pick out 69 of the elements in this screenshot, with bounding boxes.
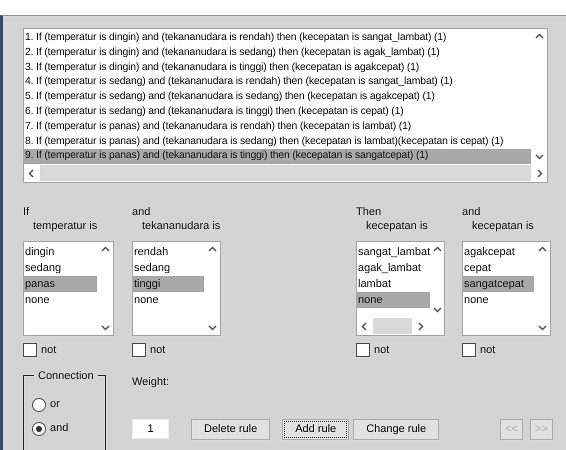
- rule-item[interactable]: 3. If (temperatur is dingin) and (tekananudara is tinggi) then (kecepatan is agakcepat) (1): [24, 60, 531, 76]
- membership-list[interactable]: sangat_lambat agak_lambat lambat none: [356, 241, 445, 336]
- membership-list[interactable]: rendah sedang tinggi none: [132, 241, 221, 336]
- checkbox-label: not: [41, 343, 56, 358]
- list-item[interactable]: none: [133, 292, 204, 308]
- weight-field[interactable]: 1: [132, 419, 169, 440]
- rule-item[interactable]: 1. If (temperatur is dingin) and (tekananudara is rendah) then (kecepatan is sangat_lambat) (1): [24, 31, 531, 46]
- scroll-up-icon[interactable]: [208, 246, 216, 252]
- variable-label: kecepatan is: [365, 219, 429, 234]
- rule-button[interactable]: Change rule: [353, 418, 440, 440]
- scroll-up-icon[interactable]: [432, 246, 442, 252]
- scroll-right-icon[interactable]: [418, 322, 424, 331]
- rule-button[interactable]: Add rule: [282, 418, 350, 440]
- scroll-up-icon[interactable]: [100, 246, 110, 252]
- scroll-up-icon[interactable]: [534, 33, 544, 39]
- checkbox[interactable]: [132, 343, 146, 358]
- scroll-down-icon[interactable]: [538, 325, 546, 332]
- list-item[interactable]: none: [463, 292, 534, 308]
- variable-label: temperatur is: [32, 219, 98, 234]
- list-item[interactable]: lambat: [357, 276, 430, 292]
- scroll-right-icon[interactable]: [537, 168, 543, 178]
- rule-item[interactable]: 5. If (temperatur is sedang) and (tekananudara is sedang) then (kecepatan is agakcepat) (1): [24, 90, 531, 105]
- scroll-down-icon[interactable]: [208, 325, 216, 332]
- list-item[interactable]: sangat_lambat: [357, 244, 430, 260]
- scroll-left-icon[interactable]: [361, 322, 367, 331]
- list-item[interactable]: dingin: [24, 244, 97, 260]
- membership-list[interactable]: dingin sedang panas none: [23, 241, 114, 336]
- checkbox-label: not: [480, 343, 496, 358]
- list-item[interactable]: rendah: [133, 244, 204, 260]
- checkbox[interactable]: [356, 343, 370, 358]
- column-header: and: [132, 205, 152, 220]
- checkbox[interactable]: [462, 343, 476, 358]
- list-item[interactable]: sangatcepat: [463, 276, 534, 292]
- rule-list[interactable]: [23, 28, 548, 184]
- list-item[interactable]: none: [24, 292, 97, 308]
- rule-item[interactable]: 6. If (temperatur is sedang) and (tekananudara is tinggi) then (kecepatan is cepat) (1): [24, 104, 531, 120]
- list-item[interactable]: agakcepat: [463, 244, 534, 260]
- scroll-left-icon[interactable]: [28, 168, 34, 178]
- radio-label: and: [50, 421, 68, 436]
- checkbox-label: not: [374, 343, 390, 358]
- list-item[interactable]: sedang: [24, 260, 97, 276]
- variable-label: tekananudara is: [141, 219, 221, 234]
- list-item[interactable]: panas: [24, 276, 97, 292]
- scroll-down-icon[interactable]: [432, 307, 442, 314]
- list-item[interactable]: tinggi: [133, 276, 204, 292]
- rule-item[interactable]: 4. If (temperatur is sedang) and (tekananudara is rendah) then (kecepatan is sangat_lambat) (1): [24, 75, 531, 90]
- radio-button[interactable]: [32, 398, 46, 412]
- variable-label: kecepatan is: [471, 219, 535, 234]
- rule-item[interactable]: 9. If (temperatur is panas) and (tekananudara is tinggi) then (kecepatan is sangatcepat) (1): [24, 149, 531, 164]
- list-item[interactable]: cepat: [463, 260, 534, 276]
- weight-label: Weight:: [132, 374, 170, 389]
- scroll-down-icon[interactable]: [100, 325, 110, 332]
- checkbox[interactable]: [23, 343, 37, 358]
- list-item[interactable]: none: [357, 292, 430, 308]
- radio-button[interactable]: [32, 422, 46, 436]
- rule-item[interactable]: 8. If (temperatur is panas) and (tekananudara is sedang) then (kecepatan is lambat)(kecepatan is cepat) (1): [24, 134, 531, 150]
- rule-item[interactable]: 2. If (temperatur is dingin) and (tekananudara is sedang) then (kecepatan is agak_lambat) (1): [24, 46, 531, 61]
- list-item[interactable]: agak_lambat: [357, 260, 430, 276]
- radio-label: or: [50, 397, 60, 412]
- column-header: and: [462, 205, 482, 220]
- scroll-down-icon[interactable]: [534, 154, 544, 160]
- column-header: Then: [356, 205, 382, 220]
- rule-button[interactable]: Delete rule: [191, 418, 270, 440]
- rule-item[interactable]: 7. If (temperatur is panas) and (tekananudara is rendah) then (kecepatan is lambat) (1): [24, 120, 531, 135]
- checkbox-label: not: [150, 343, 166, 358]
- list-item[interactable]: sedang: [133, 260, 204, 276]
- membership-list[interactable]: agakcepat cepat sangatcepat none: [462, 241, 551, 336]
- column-header: If: [23, 205, 30, 220]
- scroll-up-icon[interactable]: [538, 246, 546, 252]
